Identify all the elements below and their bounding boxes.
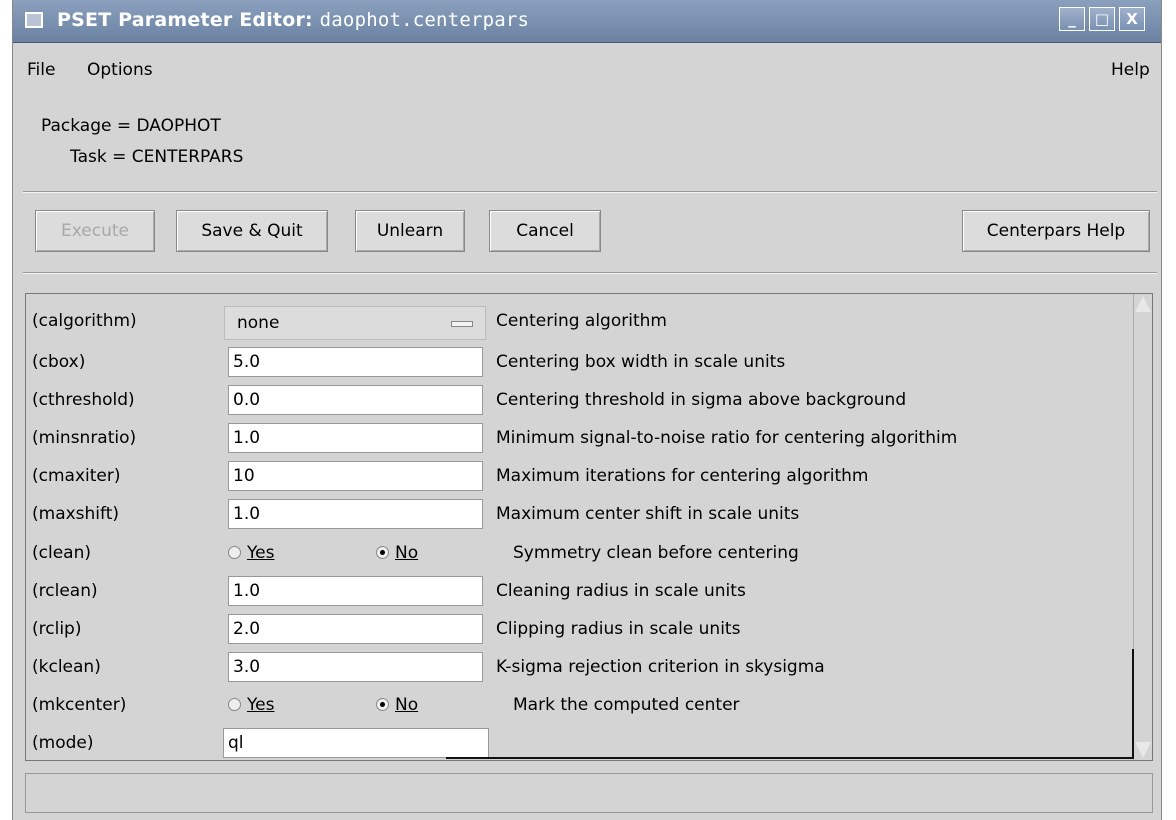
menu-options[interactable]: Options bbox=[87, 60, 153, 80]
calgorithm-select[interactable]: none bbox=[224, 306, 486, 340]
param-description: Centering box width in scale units bbox=[496, 352, 786, 372]
task-label: Task = CENTERPARS bbox=[70, 147, 244, 167]
mkcenter-yes-radio[interactable]: Yes bbox=[228, 695, 274, 715]
scrollbar-edge bbox=[1132, 649, 1134, 759]
clean-no-radio[interactable]: No bbox=[376, 543, 418, 563]
param-description: Symmetry clean before centering bbox=[513, 543, 799, 563]
param-row-mode: (mode) ql bbox=[26, 724, 1136, 760]
window-menu-icon[interactable] bbox=[25, 12, 43, 28]
window-title-task: daophot.centerpars bbox=[319, 9, 530, 31]
param-name: (cbox) bbox=[32, 352, 86, 372]
radio-label: Yes bbox=[247, 695, 275, 715]
param-name: (mode) bbox=[32, 733, 94, 753]
status-bar bbox=[25, 773, 1153, 813]
param-name: (clean) bbox=[32, 543, 91, 563]
window-title: PSET Parameter Editor: daophot.centerpar… bbox=[57, 9, 529, 31]
vertical-scrollbar[interactable] bbox=[1132, 294, 1152, 760]
separator bbox=[23, 272, 1157, 274]
separator bbox=[23, 191, 1157, 193]
cthreshold-input[interactable]: 0.0 bbox=[228, 385, 483, 415]
radio-off-icon bbox=[228, 546, 241, 559]
param-description: Centering threshold in sigma above backg… bbox=[496, 390, 907, 410]
param-description: Centering algorithm bbox=[496, 311, 667, 331]
minsnratio-input[interactable]: 1.0 bbox=[228, 423, 483, 453]
param-description: K-sigma rejection criterion in skysigma bbox=[496, 657, 825, 677]
title-bar[interactable]: PSET Parameter Editor: daophot.centerpar… bbox=[13, 0, 1161, 43]
param-row-cthreshold: (cthreshold) 0.0 Centering threshold in … bbox=[26, 381, 1136, 419]
param-row-mkcenter: (mkcenter) Yes No Mark the computed cent… bbox=[26, 686, 1136, 724]
clean-yes-radio[interactable]: Yes bbox=[228, 543, 274, 563]
mkcenter-no-radio[interactable]: No bbox=[376, 695, 418, 715]
radio-off-icon bbox=[228, 698, 241, 711]
kclean-input[interactable]: 3.0 bbox=[228, 652, 483, 682]
cancel-button[interactable]: Cancel bbox=[489, 210, 601, 252]
close-button[interactable]: X bbox=[1119, 7, 1145, 31]
param-name: (maxshift) bbox=[32, 504, 120, 524]
param-name: (rclip) bbox=[32, 619, 82, 639]
param-description: Maximum iterations for centering algorit… bbox=[496, 466, 869, 486]
parameter-panel: (calgorithm) none Centering algorithm (c… bbox=[25, 293, 1153, 761]
param-description: Maximum center shift in scale units bbox=[496, 504, 800, 524]
minimize-button[interactable]: _ bbox=[1059, 7, 1085, 31]
rclip-input[interactable]: 2.0 bbox=[228, 614, 483, 644]
rclean-input[interactable]: 1.0 bbox=[228, 576, 483, 606]
param-description: Mark the computed center bbox=[513, 695, 740, 715]
param-name: (minsnratio) bbox=[32, 428, 137, 448]
pset-editor-window: PSET Parameter Editor: daophot.centerpar… bbox=[12, 0, 1162, 820]
save-quit-button[interactable]: Save & Quit bbox=[176, 210, 328, 252]
dropdown-indicator-icon bbox=[451, 321, 473, 327]
param-row-cmaxiter: (cmaxiter) 10 Maximum iterations for cen… bbox=[26, 457, 1136, 495]
menu-bar: File Options Help bbox=[13, 42, 1161, 82]
scroll-up-arrow-icon[interactable] bbox=[1135, 296, 1151, 312]
unlearn-button[interactable]: Unlearn bbox=[355, 210, 465, 252]
radio-on-icon bbox=[376, 546, 389, 559]
param-name: (cmaxiter) bbox=[32, 466, 121, 486]
mode-input[interactable]: ql bbox=[223, 728, 489, 758]
maximize-button[interactable]: □ bbox=[1089, 7, 1115, 31]
centerpars-help-button[interactable]: Centerpars Help bbox=[962, 210, 1150, 252]
param-row-maxshift: (maxshift) 1.0 Maximum center shift in s… bbox=[26, 495, 1136, 533]
cbox-input[interactable]: 5.0 bbox=[228, 347, 483, 377]
param-name: (cthreshold) bbox=[32, 390, 135, 410]
scroll-down-arrow-icon[interactable] bbox=[1135, 742, 1151, 758]
radio-label: No bbox=[395, 543, 419, 563]
param-name: (mkcenter) bbox=[32, 695, 127, 715]
param-name: (calgorithm) bbox=[32, 311, 137, 331]
param-row-calgorithm: (calgorithm) none Centering algorithm bbox=[26, 302, 1136, 340]
panel-bottom-edge bbox=[446, 757, 1136, 759]
param-description: Cleaning radius in scale units bbox=[496, 581, 746, 601]
radio-on-icon bbox=[376, 698, 389, 711]
radio-label: No bbox=[395, 695, 419, 715]
param-row-clean: (clean) Yes No Symmetry clean before cen… bbox=[26, 534, 1136, 572]
param-name: (kclean) bbox=[32, 657, 101, 677]
menu-help[interactable]: Help bbox=[1111, 60, 1150, 80]
radio-label: Yes bbox=[247, 543, 275, 563]
param-row-kclean: (kclean) 3.0 K-sigma rejection criterion… bbox=[26, 648, 1136, 686]
select-value: none bbox=[237, 313, 280, 333]
param-name: (rclean) bbox=[32, 581, 98, 601]
execute-button[interactable]: Execute bbox=[35, 210, 155, 252]
param-description: Clipping radius in scale units bbox=[496, 619, 741, 639]
maxshift-input[interactable]: 1.0 bbox=[228, 499, 483, 529]
param-row-rclip: (rclip) 2.0 Clipping radius in scale uni… bbox=[26, 610, 1136, 648]
param-row-cbox: (cbox) 5.0 Centering box width in scale … bbox=[26, 343, 1136, 381]
cmaxiter-input[interactable]: 10 bbox=[228, 461, 483, 491]
package-label: Package = DAOPHOT bbox=[41, 116, 221, 136]
window-title-prefix: PSET Parameter Editor: bbox=[57, 9, 313, 31]
param-row-rclean: (rclean) 1.0 Cleaning radius in scale un… bbox=[26, 572, 1136, 610]
param-row-minsnratio: (minsnratio) 1.0 Minimum signal-to-noise… bbox=[26, 419, 1136, 457]
param-description: Minimum signal-to-noise ratio for center… bbox=[496, 428, 958, 448]
menu-file[interactable]: File bbox=[27, 60, 55, 80]
